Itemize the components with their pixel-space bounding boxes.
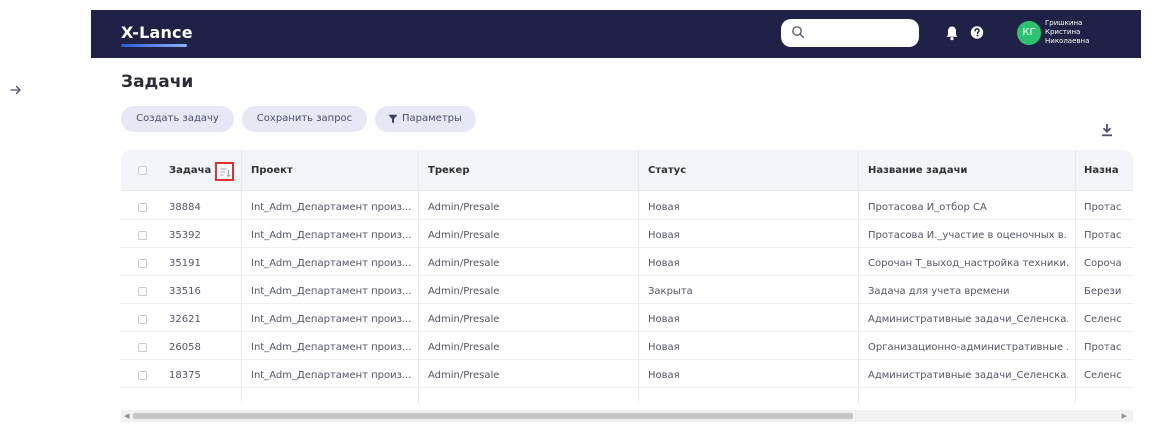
task-project: Int_Adm_Департамент произ... [251,342,411,353]
row-checkbox[interactable] [138,315,147,324]
download-icon[interactable] [1101,123,1113,137]
scrollbar-thumb[interactable] [133,413,853,419]
task-project: Int_Adm_Департамент произ... [251,314,411,325]
task-status: Новая [648,230,680,241]
task-id[interactable]: 18375 [169,363,239,388]
task-assignee: Селенс [1084,314,1122,325]
scroll-left-arrow[interactable]: ◀ [124,412,129,420]
task-tracker: Admin/Presale [428,314,500,325]
column-header-tracker[interactable]: Трекер [428,150,470,191]
column-header-task[interactable]: Задача [169,150,211,191]
user-patronymic: Николаевна [1045,37,1090,45]
task-assignee: Протас [1084,202,1122,213]
task-project: Int_Adm_Департамент произ... [251,202,411,213]
bell-icon[interactable] [945,25,959,41]
task-title[interactable]: Сорочан Т_выход_настройка техники... [868,251,1068,276]
task-status: Новая [648,202,680,213]
table-row[interactable]: 35392 Int_Adm_Департамент произ... Admin… [121,223,1133,248]
select-all-checkbox[interactable] [138,166,147,175]
table-row[interactable]: 33516 Int_Adm_Департамент произ... Admin… [121,279,1133,304]
task-status: Новая [648,258,680,269]
row-checkbox[interactable] [138,343,147,352]
row-checkbox[interactable] [138,259,147,268]
task-id[interactable]: 26058 [169,335,239,360]
task-status: Закрыта [648,286,693,297]
save-query-button[interactable]: Сохранить запрос [242,106,367,132]
task-tracker: Admin/Presale [428,258,500,269]
task-tracker: Admin/Presale [428,202,500,213]
search-icon [792,26,805,39]
user-first-name: Кристина [1045,28,1081,36]
sort-button[interactable] [215,162,234,181]
task-assignee: Сороча [1084,258,1122,269]
task-assignee: Протас [1084,342,1122,353]
task-title[interactable]: Административные задачи_Селенска... [868,307,1068,332]
task-id[interactable]: 33516 [169,279,239,304]
column-header-project[interactable]: Проект [251,150,293,191]
task-tracker: Admin/Presale [428,286,500,297]
row-checkbox[interactable] [138,371,147,380]
tasks-table: Задача Проект Трекер Статус Название зад… [121,150,1133,410]
task-tracker: Admin/Presale [428,230,500,241]
task-title[interactable]: Протасова И._участие в оценочных в... [868,223,1068,248]
task-assignee: Берези [1084,286,1122,297]
task-title[interactable]: Организационно-административные ... [868,335,1068,360]
row-checkbox[interactable] [138,231,147,240]
parameters-label: Параметры [402,113,462,124]
task-tracker: Admin/Presale [428,370,500,381]
filter-icon [388,114,398,124]
table-row[interactable]: 26058 Int_Adm_Департамент произ... Admin… [121,335,1133,360]
horizontal-scrollbar[interactable]: ◀ ▶ [121,410,1133,422]
app-logo[interactable]: X-Lance [121,23,193,42]
task-id[interactable]: 35392 [169,223,239,248]
task-title[interactable]: Задача для учета времени [868,279,1068,304]
task-id[interactable]: 38884 [169,195,239,220]
task-title[interactable]: Административные задачи_Селенска... [868,363,1068,388]
task-tracker: Admin/Presale [428,342,500,353]
task-id[interactable]: 32621 [169,307,239,332]
task-title[interactable]: Протасова И_отбор СА [868,195,1068,220]
table-header: Задача Проект Трекер Статус Название зад… [121,150,1133,191]
logo-underline [121,44,187,47]
table-row[interactable]: 38884 Int_Adm_Департамент произ... Admin… [121,195,1133,220]
column-header-status[interactable]: Статус [648,150,686,191]
task-status: Новая [648,370,680,381]
column-header-task-name[interactable]: Название задачи [868,150,967,191]
avatar[interactable]: КГ [1017,21,1041,45]
user-name[interactable]: Гришкина Кристина Николаевна [1045,19,1135,46]
table-row[interactable]: 18375 Int_Adm_Департамент произ... Admin… [121,363,1133,388]
task-status: Новая [648,342,680,353]
top-navbar: X-Lance КГ Гришкина Кристина Николаевна [91,10,1141,58]
task-assignee: Селенс [1084,370,1122,381]
user-surname: Гришкина [1045,19,1083,27]
task-project: Int_Adm_Департамент произ... [251,286,411,297]
sort-icon [220,168,231,178]
help-icon[interactable] [970,25,984,41]
task-project: Int_Adm_Департамент произ... [251,370,411,381]
task-assignee: Протас [1084,230,1122,241]
scroll-right-arrow[interactable]: ▶ [1122,412,1127,420]
arrow-right-icon[interactable] [9,84,23,96]
row-checkbox[interactable] [138,203,147,212]
task-project: Int_Adm_Департамент произ... [251,230,411,241]
task-status: Новая [648,314,680,325]
task-project: Int_Adm_Департамент произ... [251,258,411,269]
search-input[interactable] [781,19,919,47]
parameters-button[interactable]: Параметры [375,106,476,132]
column-header-assignee[interactable]: Назна [1084,150,1119,191]
row-checkbox[interactable] [138,287,147,296]
table-row[interactable]: 32621 Int_Adm_Департамент произ... Admin… [121,307,1133,332]
page-title: Задачи [121,72,194,92]
task-id[interactable]: 35191 [169,251,239,276]
create-task-button[interactable]: Создать задачу [121,106,234,132]
table-row[interactable]: 35191 Int_Adm_Департамент произ... Admin… [121,251,1133,276]
